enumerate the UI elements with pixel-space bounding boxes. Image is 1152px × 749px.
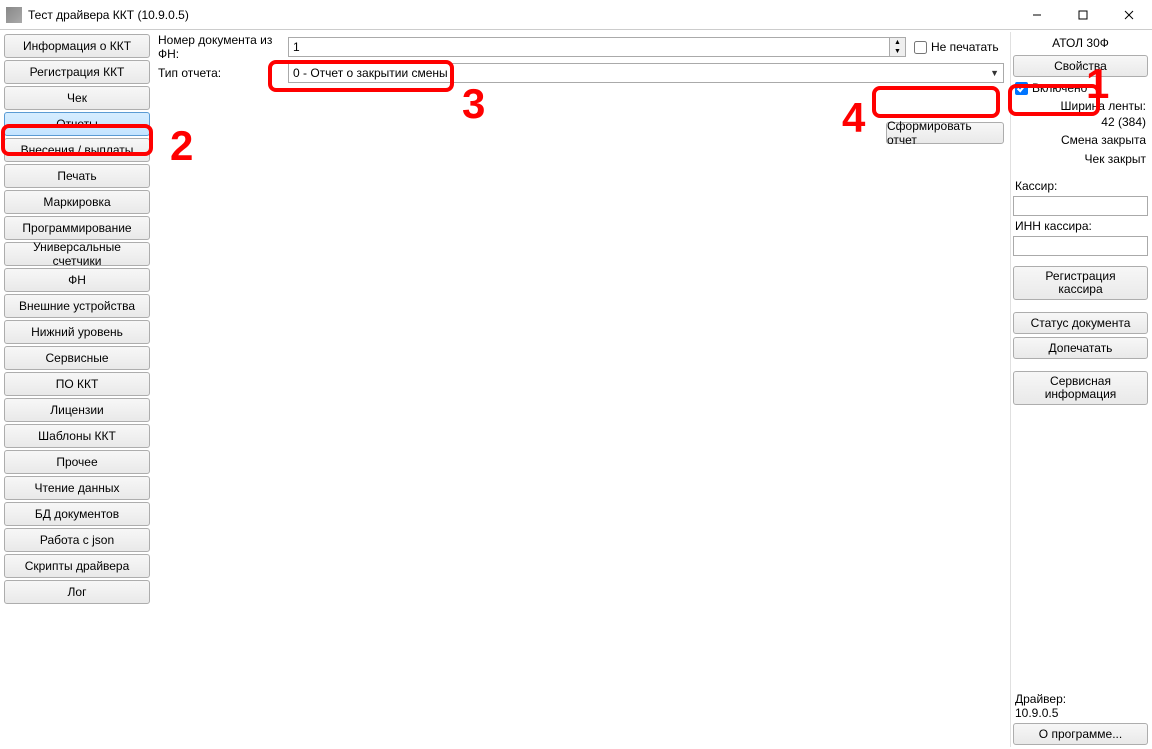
shift-status: Смена закрыта — [1013, 133, 1148, 149]
nav-programming[interactable]: Программирование — [4, 216, 150, 240]
app-icon — [6, 7, 22, 23]
nav-registration-kkt[interactable]: Регистрация ККТ — [4, 60, 150, 84]
driver-version: 10.9.0.5 — [1015, 706, 1148, 720]
enabled-label: Включено — [1032, 81, 1087, 95]
check-status: Чек закрыт — [1013, 152, 1148, 168]
cashier-label: Кассир: — [1013, 179, 1148, 193]
main-panel: Номер документа из ФН: ▲ ▼ Не печатать Т… — [152, 32, 1010, 747]
nav-external-devices[interactable]: Внешние устройства — [4, 294, 150, 318]
report-type-value: 0 - Отчет о закрытии смены — [293, 66, 448, 80]
title-bar: Тест драйвера ККТ (10.9.0.5) — [0, 0, 1152, 30]
nav-service[interactable]: Сервисные — [4, 346, 150, 370]
maximize-button[interactable] — [1060, 0, 1106, 30]
device-model: АТОЛ 30Ф — [1013, 34, 1148, 52]
cashier-inn-label: ИНН кассира: — [1013, 219, 1148, 233]
nav-reports[interactable]: Отчеты — [4, 112, 150, 136]
nav-sidebar: Информация о ККТ Регистрация ККТ Чек Отч… — [2, 32, 152, 747]
close-button[interactable] — [1106, 0, 1152, 30]
doc-num-label: Номер документа из ФН: — [158, 33, 288, 61]
nav-read-data[interactable]: Чтение данных — [4, 476, 150, 500]
right-panel: АТОЛ 30Ф Свойства Включено Ширина ленты:… — [1010, 32, 1150, 747]
nav-marking[interactable]: Маркировка — [4, 190, 150, 214]
minimize-button[interactable] — [1014, 0, 1060, 30]
no-print-label: Не печатать — [931, 40, 999, 54]
nav-licenses[interactable]: Лицензии — [4, 398, 150, 422]
reprint-button[interactable]: Допечатать — [1013, 337, 1148, 359]
properties-button[interactable]: Свойства — [1013, 55, 1148, 77]
nav-universal-counters[interactable]: Универсальные счетчики — [4, 242, 150, 266]
nav-print[interactable]: Печать — [4, 164, 150, 188]
cashier-inn-input[interactable] — [1013, 236, 1148, 256]
window-title: Тест драйвера ККТ (10.9.0.5) — [28, 8, 189, 22]
nav-check[interactable]: Чек — [4, 86, 150, 110]
nav-low-level[interactable]: Нижний уровень — [4, 320, 150, 344]
generate-report-button[interactable]: Сформировать отчет — [886, 122, 1004, 144]
tape-width-label: Ширина ленты: — [1013, 99, 1146, 115]
doc-num-up[interactable]: ▲ — [890, 38, 905, 47]
doc-num-input[interactable] — [288, 37, 890, 57]
service-info-button[interactable]: Сервисная информация — [1013, 371, 1148, 405]
driver-label: Драйвер: — [1015, 692, 1148, 706]
no-print-checkbox[interactable] — [914, 41, 927, 54]
register-cashier-button[interactable]: Регистрация кассира — [1013, 266, 1148, 300]
nav-log[interactable]: Лог — [4, 580, 150, 604]
report-type-label: Тип отчета: — [158, 66, 288, 80]
doc-status-button[interactable]: Статус документа — [1013, 312, 1148, 334]
enabled-checkbox[interactable] — [1015, 82, 1028, 95]
nav-doc-db[interactable]: БД документов — [4, 502, 150, 526]
nav-templates-kkt[interactable]: Шаблоны ККТ — [4, 424, 150, 448]
nav-driver-scripts[interactable]: Скрипты драйвера — [4, 554, 150, 578]
nav-deposits-payouts[interactable]: Внесения / выплаты — [4, 138, 150, 162]
doc-num-down[interactable]: ▼ — [890, 47, 905, 56]
cashier-input[interactable] — [1013, 196, 1148, 216]
nav-json[interactable]: Работа с json — [4, 528, 150, 552]
tape-width-value: 42 (384) — [1013, 115, 1146, 131]
nav-info-kkt[interactable]: Информация о ККТ — [4, 34, 150, 58]
chevron-down-icon: ▼ — [990, 68, 999, 78]
nav-fn[interactable]: ФН — [4, 268, 150, 292]
nav-other[interactable]: Прочее — [4, 450, 150, 474]
nav-po-kkt[interactable]: ПО ККТ — [4, 372, 150, 396]
about-button[interactable]: О программе... — [1013, 723, 1148, 745]
report-type-combo[interactable]: 0 - Отчет о закрытии смены ▼ — [288, 63, 1004, 83]
